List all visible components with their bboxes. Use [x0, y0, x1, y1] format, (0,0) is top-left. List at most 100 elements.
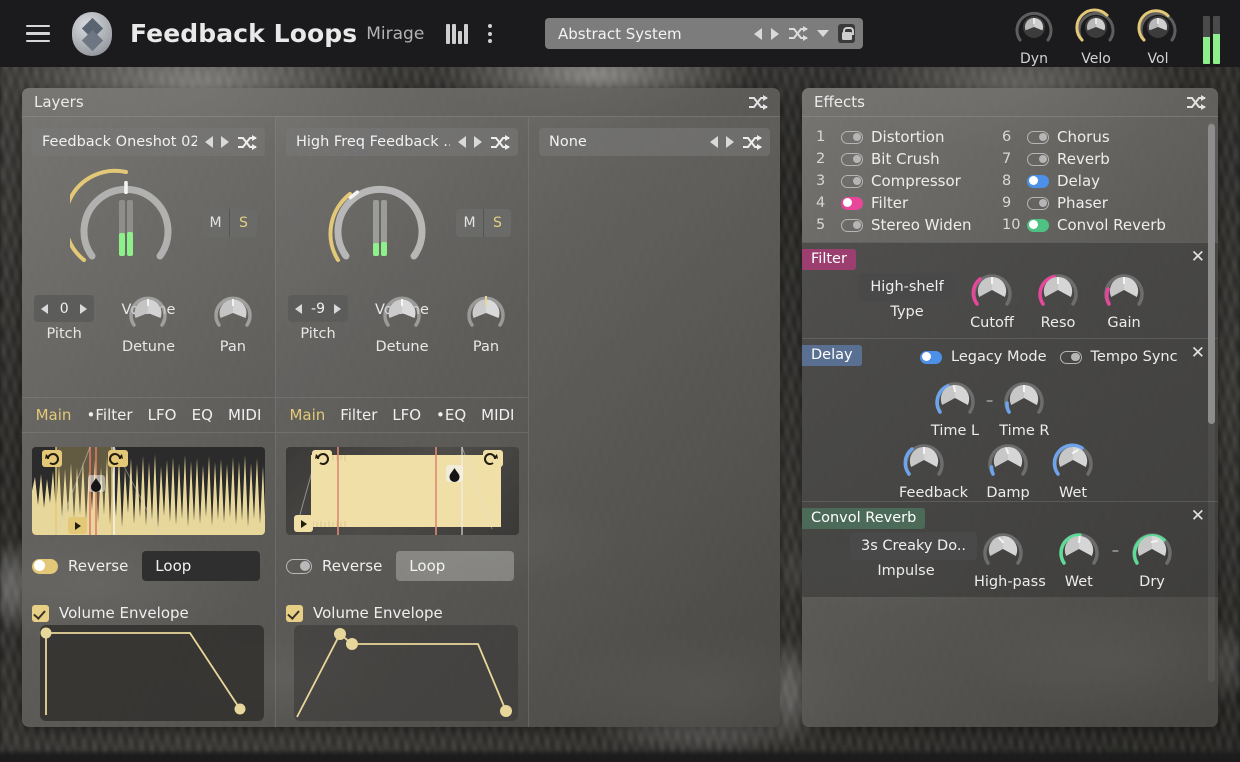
layers-shuffle-icon[interactable] — [748, 95, 768, 110]
preset-shuffle-icon[interactable] — [788, 26, 808, 41]
delay-wet-knob[interactable] — [1048, 439, 1098, 485]
delay-feedback-knob[interactable] — [899, 439, 968, 485]
hamburger-menu-icon[interactable] — [26, 25, 50, 43]
layer-1-envelope-graph[interactable] — [40, 625, 264, 721]
layer-1-pitch-stepper[interactable]: 0 — [34, 295, 94, 322]
layer-2-loop-button[interactable]: Loop — [396, 551, 514, 581]
filter-module-close-icon[interactable]: ✕ — [1191, 249, 1205, 266]
delay-time-r-knob[interactable] — [999, 377, 1049, 423]
layer-2-solo-button[interactable]: S — [484, 209, 511, 237]
filter-reso-knob[interactable] — [1033, 269, 1083, 315]
layer-2-pitch-stepper[interactable]: -9 — [288, 295, 348, 322]
effects-shuffle-icon[interactable] — [1186, 95, 1206, 110]
pitch-increment-icon[interactable] — [334, 304, 341, 314]
layer-1-next-icon[interactable] — [221, 136, 229, 148]
preset-box[interactable]: Abstract System — [545, 18, 863, 49]
effect-toggle-chorus[interactable] — [1027, 131, 1049, 144]
layer-1-mute-button[interactable]: M — [202, 209, 230, 237]
global-knob-vol[interactable]: Vol — [1134, 6, 1182, 67]
kebab-menu-icon[interactable] — [488, 24, 492, 43]
preset-lock-icon[interactable] — [838, 24, 855, 43]
filter-type-select[interactable]: High-shelf — [859, 273, 954, 301]
layer-1-pan-knob[interactable] — [191, 291, 275, 335]
effect-item-phaser[interactable]: 9 Phaser — [1002, 194, 1188, 212]
effect-item-reverb[interactable]: 7 Reverb — [1002, 150, 1188, 168]
effect-item-delay[interactable]: 8 Delay — [1002, 172, 1188, 190]
effect-item-stereo-widen[interactable]: 5 Stereo Widen — [816, 216, 1002, 234]
keyboard-icon[interactable] — [446, 24, 468, 44]
layer-1-tab-lfo[interactable]: LFO — [148, 406, 177, 424]
delay-module-close-icon[interactable]: ✕ — [1191, 345, 1205, 362]
layer-2-tab-main[interactable]: Main — [289, 406, 325, 424]
layer-2-next-icon[interactable] — [474, 136, 482, 148]
effect-toggle-filter[interactable] — [841, 197, 863, 210]
effect-toggle-convol-reverb[interactable] — [1027, 219, 1049, 232]
layer-2-pan-knob[interactable] — [444, 291, 528, 335]
effect-toggle-stereo-widen[interactable] — [841, 219, 863, 232]
layer-1-shuffle-icon[interactable] — [237, 135, 257, 150]
layer-2-waveform[interactable] — [286, 447, 519, 535]
filter-gain-knob[interactable] — [1099, 269, 1149, 315]
effects-scrollbar-thumb[interactable] — [1208, 124, 1215, 424]
filter-cutoff-knob[interactable] — [967, 269, 1017, 315]
effect-item-filter[interactable]: 4 Filter — [816, 194, 1002, 212]
layer-2-tab-midi[interactable]: MIDI — [481, 406, 514, 424]
layer-1-loop-button[interactable]: Loop — [142, 551, 260, 581]
layer-2-reverse-toggle[interactable] — [286, 559, 312, 574]
convol-dry-knob[interactable] — [1127, 528, 1177, 574]
effect-toggle-reverb[interactable] — [1027, 153, 1049, 166]
layer-1-tab-filter[interactable]: •Filter — [87, 406, 133, 424]
layer-1-prev-icon[interactable] — [205, 136, 213, 148]
effect-item-chorus[interactable]: 6 Chorus — [1002, 128, 1188, 146]
layer-2-shuffle-icon[interactable] — [490, 135, 510, 150]
delay-tempo-sync-toggle[interactable] — [1060, 351, 1082, 364]
effect-toggle-delay[interactable] — [1027, 175, 1049, 188]
layer-2-volume-knob[interactable] — [324, 168, 436, 276]
delay-legacy-mode-toggle[interactable] — [920, 351, 942, 364]
layer-2-detune-knob[interactable] — [360, 291, 444, 335]
layer-2-tab-filter[interactable]: Filter — [340, 406, 377, 424]
layer-1-name-box[interactable]: Feedback Oneshot 02 — [32, 128, 265, 156]
effect-item-convol-reverb[interactable]: 10 Convol Reverb — [1002, 216, 1188, 234]
layer-1-volume-knob[interactable] — [70, 168, 182, 276]
effect-item-bit-crush[interactable]: 2 Bit Crush — [816, 150, 1002, 168]
layer-2-name-box[interactable]: High Freq Feedback .. — [286, 128, 518, 156]
layer-2-envelope-checkbox[interactable] — [286, 605, 303, 622]
layer-3-next-icon[interactable] — [726, 136, 734, 148]
layer-1-reverse-toggle[interactable] — [32, 559, 58, 574]
global-knob-dyn[interactable]: Dyn — [1010, 6, 1058, 67]
layer-3-prev-icon[interactable] — [710, 136, 718, 148]
layer-2-tab-lfo[interactable]: LFO — [392, 406, 421, 424]
layer-1-waveform[interactable] — [32, 447, 265, 535]
delay-time-l-knob[interactable] — [930, 377, 980, 423]
layer-1-envelope-checkbox[interactable] — [32, 605, 49, 622]
effects-scrollbar[interactable] — [1208, 122, 1215, 682]
layer-3-shuffle-icon[interactable] — [742, 135, 762, 150]
convol-wet-knob[interactable] — [1054, 528, 1104, 574]
effect-toggle-compressor[interactable] — [841, 175, 863, 188]
effect-toggle-phaser[interactable] — [1027, 197, 1049, 210]
convol-reverb-impulse-select[interactable]: 3s Creaky Do.. — [850, 532, 977, 560]
preset-prev-icon[interactable] — [754, 28, 762, 40]
pitch-increment-icon[interactable] — [80, 304, 87, 314]
layer-2-tab-eq[interactable]: •EQ — [436, 406, 466, 424]
layer-1-tab-midi[interactable]: MIDI — [228, 406, 261, 424]
preset-next-icon[interactable] — [771, 28, 779, 40]
convol-reverb-module-close-icon[interactable]: ✕ — [1191, 508, 1205, 525]
layer-1-detune-knob[interactable] — [106, 291, 190, 335]
effect-item-compressor[interactable]: 3 Compressor — [816, 172, 1002, 190]
layer-1-tab-eq[interactable]: EQ — [192, 406, 213, 424]
layer-1-solo-button[interactable]: S — [230, 209, 257, 237]
pitch-decrement-icon[interactable] — [41, 304, 48, 314]
effect-toggle-distortion[interactable] — [841, 131, 863, 144]
delay-damp-knob[interactable] — [983, 439, 1033, 485]
pitch-decrement-icon[interactable] — [295, 304, 302, 314]
global-knob-velo[interactable]: Velo — [1072, 6, 1120, 67]
layer-2-prev-icon[interactable] — [458, 136, 466, 148]
convol-highpass-knob[interactable] — [974, 528, 1046, 574]
layer-2-envelope-graph[interactable] — [294, 625, 518, 721]
layer-2-mute-button[interactable]: M — [456, 209, 484, 237]
preset-dropdown-icon[interactable] — [817, 30, 829, 37]
layer-3-name-box[interactable]: None — [539, 128, 770, 156]
effect-item-distortion[interactable]: 1 Distortion — [816, 128, 1002, 146]
